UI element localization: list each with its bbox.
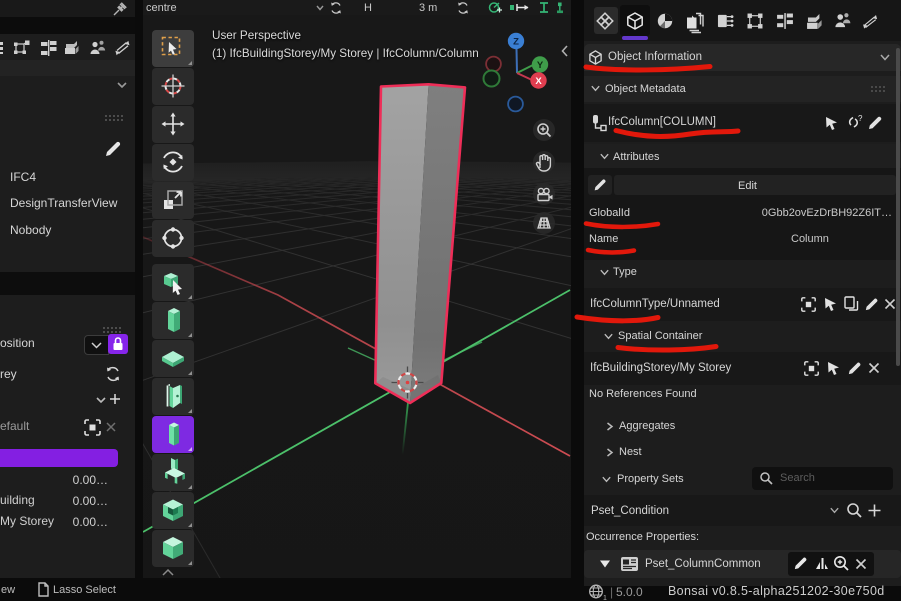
svg-text:Z: Z: [513, 37, 519, 48]
svg-text:Y: Y: [537, 60, 544, 71]
svg-text:X: X: [535, 76, 542, 87]
svg-text:1: 1: [603, 595, 607, 601]
svg-text:?: ?: [858, 114, 863, 123]
